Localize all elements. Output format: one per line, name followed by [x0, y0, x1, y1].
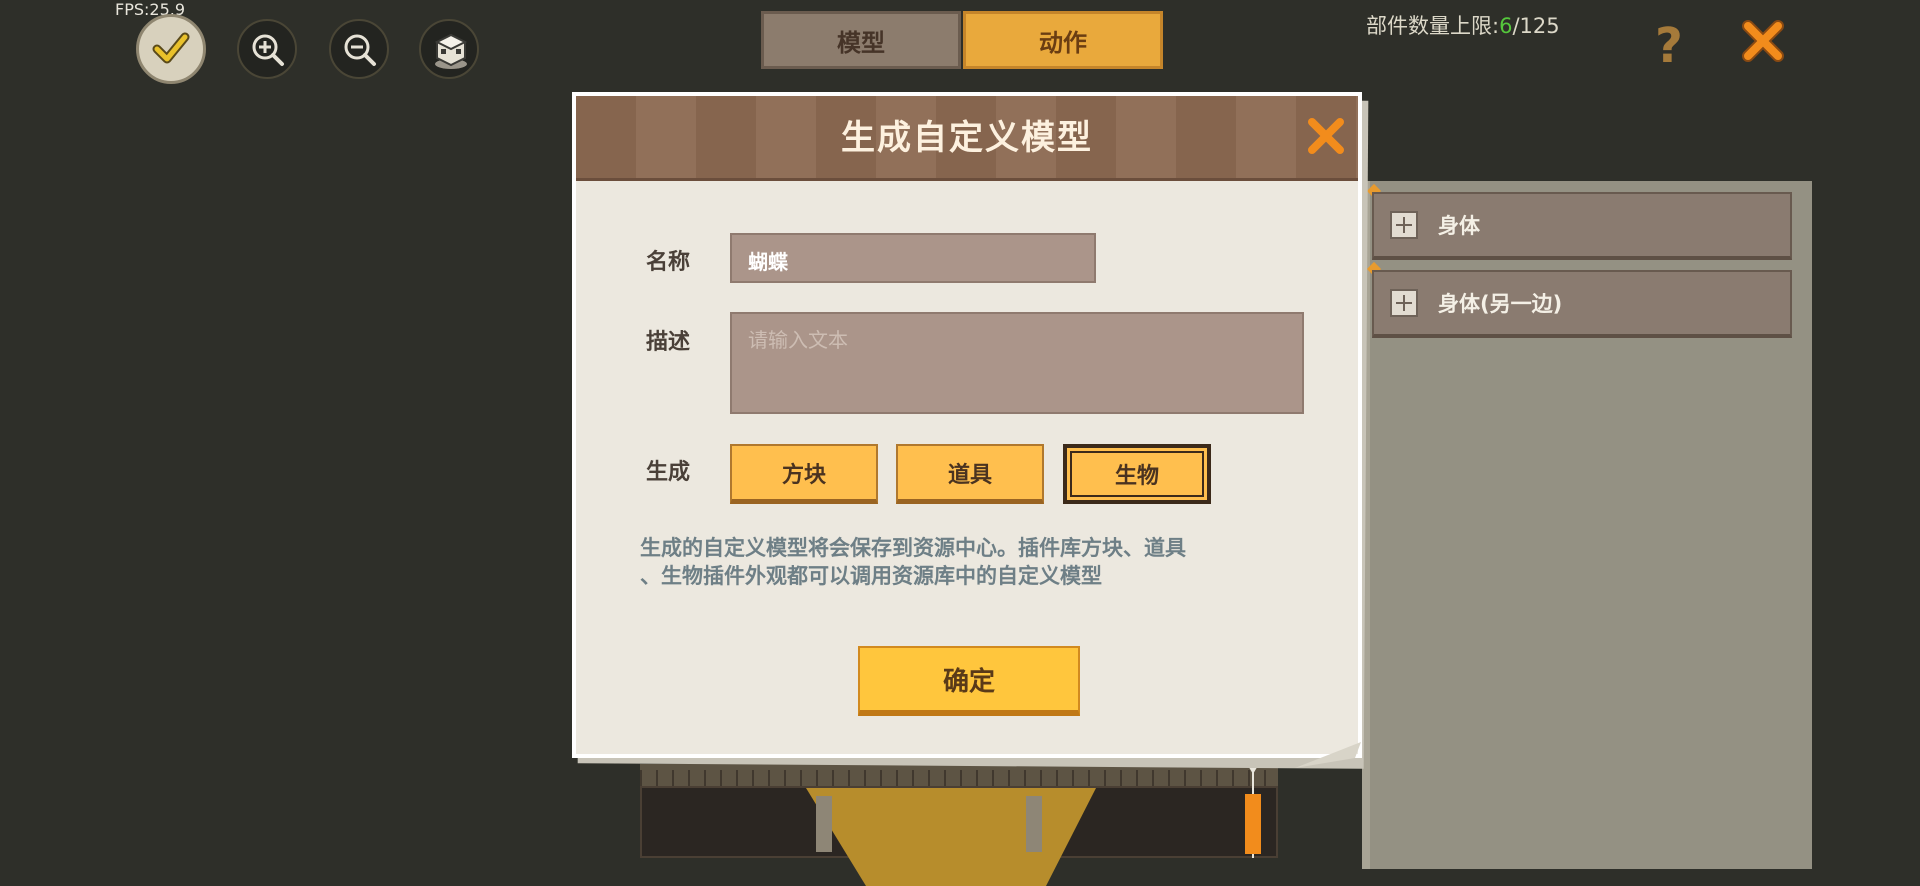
part-row[interactable]: 身体(另一边) — [1372, 270, 1792, 338]
description-placeholder: 请输入文本 — [748, 328, 848, 352]
name-input-value: 蝴蝶 — [748, 250, 788, 274]
close-icon — [1308, 118, 1344, 154]
model-view-button[interactable] — [419, 19, 479, 79]
option-block-button[interactable]: 方块 — [730, 444, 878, 504]
part-label: 身体 — [1438, 214, 1480, 238]
timeline-ticks — [640, 770, 1278, 786]
name-input[interactable]: 蝴蝶 — [730, 233, 1096, 283]
model-cube-icon — [434, 33, 468, 69]
info-line: 、生物插件外观都可以调用资源库中的自定义模型 — [640, 564, 1102, 588]
zoom-out-button[interactable] — [329, 19, 389, 79]
confirm-check-button[interactable] — [136, 14, 206, 84]
info-line: 生成的自定义模型将会保存到资源中心。插件库方块、道具 — [640, 536, 1186, 560]
dialog-header: 生成自定义模型 — [576, 96, 1358, 181]
tab-model[interactable]: 模型 — [761, 11, 961, 69]
info-text: 生成的自定义模型将会保存到资源中心。插件库方块、道具 、生物插件外观都可以调用资… — [640, 534, 1290, 590]
dialog-title: 生成自定义模型 — [841, 118, 1093, 158]
name-label: 名称 — [646, 250, 691, 275]
generate-label: 生成 — [646, 460, 691, 485]
dialog-page-curl — [1295, 742, 1361, 768]
part-limit-label: 部件数量上限: — [1366, 14, 1500, 38]
timeline-keyframe-area — [806, 788, 1096, 886]
zoom-out-icon — [344, 34, 376, 66]
expand-plus-icon[interactable] — [1390, 211, 1418, 239]
option-item-button[interactable]: 道具 — [896, 444, 1044, 504]
part-count: 6 — [1499, 14, 1513, 38]
zoom-in-icon — [252, 34, 284, 66]
part-limit-counter: 部件数量上限:6/125 — [1366, 10, 1560, 40]
question-mark-icon: ? — [1655, 18, 1683, 74]
check-icon — [152, 32, 190, 64]
description-input[interactable]: 请输入文本 — [730, 312, 1304, 414]
dialog-close-button[interactable] — [1306, 116, 1346, 160]
expand-plus-icon[interactable] — [1390, 289, 1418, 317]
confirm-button[interactable]: 确定 — [858, 646, 1080, 716]
option-creature-button[interactable]: 生物 — [1063, 444, 1211, 504]
part-row[interactable]: 身体 — [1372, 192, 1792, 260]
zoom-in-button[interactable] — [237, 19, 297, 79]
tab-action[interactable]: 动作 — [963, 11, 1163, 69]
part-max: /125 — [1512, 14, 1560, 38]
close-icon — [1742, 20, 1784, 62]
help-button[interactable]: ? — [1655, 18, 1683, 74]
timeline-playhead[interactable] — [1238, 754, 1268, 858]
part-label: 身体(另一边) — [1438, 292, 1563, 316]
close-editor-button[interactable] — [1740, 18, 1786, 68]
description-label: 描述 — [646, 330, 691, 355]
